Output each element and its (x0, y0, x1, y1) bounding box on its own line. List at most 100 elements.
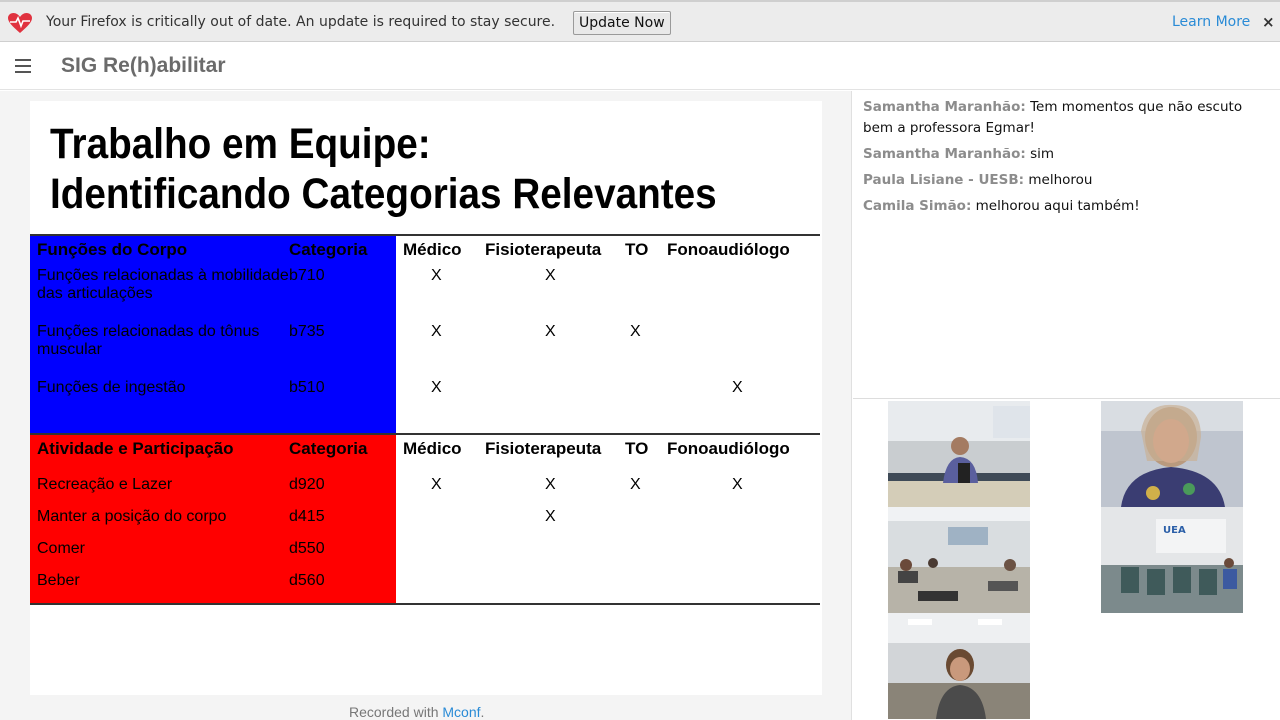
svg-text:UEA: UEA (1163, 525, 1186, 536)
header-cell: Fonoaudiólogo (667, 439, 790, 458)
category-code: d560 (289, 572, 396, 604)
learn-more-link[interactable]: Learn More (1172, 14, 1250, 30)
footer-suffix: . (480, 704, 485, 720)
chat-message: Samantha Maranhão: Tem momentos que não … (863, 97, 1270, 139)
category-code: b510 (289, 379, 396, 435)
mark-cell (479, 540, 622, 572)
table-header-row: Atividade e Participação Categoria Médic… (30, 434, 820, 476)
header-cell: Categoria (289, 235, 396, 267)
table-row: Comer d550 (30, 540, 820, 572)
mark-cell (622, 267, 660, 323)
header-cell: Atividade e Participação (30, 434, 289, 476)
webcam-video[interactable] (888, 507, 1030, 613)
close-icon[interactable]: × (1262, 13, 1275, 31)
mark-cell: X (732, 379, 743, 396)
hamburger-menu-icon[interactable] (15, 59, 31, 73)
recorded-with-footer: Recorded with Mconf. (349, 704, 484, 720)
activity-name: Manter a posição do corpo (30, 508, 289, 540)
webcam-video[interactable] (888, 401, 1030, 507)
webcam-video[interactable] (1101, 401, 1243, 507)
mark-cell (396, 540, 479, 572)
slide-title-line2: Identificando Categorias Relevantes (50, 170, 717, 218)
webcam-video[interactable]: UEA (1101, 507, 1243, 613)
mark-cell (660, 508, 820, 540)
header-cell: Categoria (289, 434, 396, 476)
table-row: Manter a posição do corpo d415 X (30, 508, 820, 540)
webcams-panel: UEA (853, 400, 1280, 720)
mark-cell: X (431, 267, 442, 284)
app-title: SIG Re(h)abilitar (61, 54, 226, 77)
mark-cell (660, 540, 820, 572)
update-notification-bar: Your Firefox is critically out of date. … (0, 0, 1280, 42)
activity-name: Recreação e Lazer (30, 476, 289, 508)
mark-cell (396, 508, 479, 540)
header-cell: Fisioterapeuta (485, 439, 602, 458)
app-header: SIG Re(h)abilitar (0, 43, 1280, 90)
slide-title-line1: Trabalho em Equipe: (50, 120, 431, 168)
header-cell: Fonoaudiólogo (667, 240, 790, 259)
mark-cell (622, 508, 660, 540)
footer-prefix: Recorded with (349, 704, 443, 720)
mark-cell: X (431, 476, 442, 493)
mark-cell: X (545, 476, 556, 493)
mark-cell: X (630, 323, 641, 340)
table-header-row: Funções do Corpo Categoria Médico Fisiot… (30, 235, 820, 267)
chat-message: Paula Lisiane - UESB: melhorou (863, 170, 1270, 191)
mark-cell (622, 540, 660, 572)
table-row: Beber d560 (30, 572, 820, 604)
mark-cell: X (630, 476, 641, 493)
mconf-link[interactable]: Mconf (442, 704, 480, 720)
header-cell: TO (625, 240, 649, 259)
webcam-video[interactable] (888, 613, 1030, 719)
update-now-button[interactable]: Update Now (573, 11, 671, 35)
category-code: d550 (289, 540, 396, 572)
chat-text: melhorou aqui também! (975, 198, 1140, 214)
chat-panel: Samantha Maranhão: Tem momentos que não … (853, 91, 1280, 399)
mark-cell (622, 379, 660, 435)
mark-cell (660, 267, 820, 323)
mark-cell (396, 572, 479, 604)
mark-cell: X (431, 323, 442, 340)
body-functions-table: Funções do Corpo Categoria Médico Fisiot… (30, 234, 820, 435)
presentation-area: Trabalho em Equipe: Identificando Catego… (0, 91, 852, 720)
function-name: Funções de ingestão (30, 379, 289, 435)
header-cell: Médico (403, 439, 462, 458)
category-code: d415 (289, 508, 396, 540)
chat-message: Camila Simão: melhorou aqui também! (863, 196, 1270, 217)
chat-sender: Camila Simão: (863, 198, 972, 214)
mark-cell (660, 572, 820, 604)
category-code: d920 (289, 476, 396, 508)
category-code: b735 (289, 323, 396, 379)
activity-participation-table: Atividade e Participação Categoria Médic… (30, 433, 820, 605)
table-row: Funções relacionadas do tônus muscular b… (30, 323, 820, 379)
activity-name: Comer (30, 540, 289, 572)
table-row: Funções de ingestão b510 X X (30, 379, 820, 435)
mark-cell (479, 379, 622, 435)
header-cell: TO (625, 439, 649, 458)
presentation-slide: Trabalho em Equipe: Identificando Catego… (30, 101, 822, 695)
chat-text: sim (1030, 146, 1055, 162)
slide-title: Trabalho em Equipe: Identificando Catego… (50, 119, 717, 219)
table-row: Funções relacionadas à mobilidade das ar… (30, 267, 820, 323)
category-code: b710 (289, 267, 396, 323)
update-message: Your Firefox is critically out of date. … (46, 14, 556, 30)
table-row: Recreação e Lazer d920 X X X X (30, 476, 820, 508)
mark-cell: X (732, 476, 743, 493)
chat-sender: Paula Lisiane - UESB: (863, 172, 1025, 188)
mark-cell: X (545, 508, 556, 525)
chat-text: melhorou (1028, 172, 1093, 188)
function-name: Funções relacionadas à mobilidade das ar… (30, 267, 289, 323)
chat-message: Samantha Maranhão: sim (863, 144, 1270, 165)
function-name: Funções relacionadas do tônus muscular (30, 323, 289, 379)
mark-cell (660, 323, 820, 379)
chat-sender: Samantha Maranhão: (863, 146, 1026, 162)
chat-sender: Samantha Maranhão: (863, 99, 1026, 115)
header-cell: Médico (403, 240, 462, 259)
mark-cell: X (545, 267, 556, 284)
header-cell: Funções do Corpo (30, 235, 289, 267)
header-cell: Fisioterapeuta (485, 240, 602, 259)
mark-cell: X (545, 323, 556, 340)
activity-name: Beber (30, 572, 289, 604)
mark-cell (479, 572, 622, 604)
heart-pulse-icon (8, 13, 32, 33)
